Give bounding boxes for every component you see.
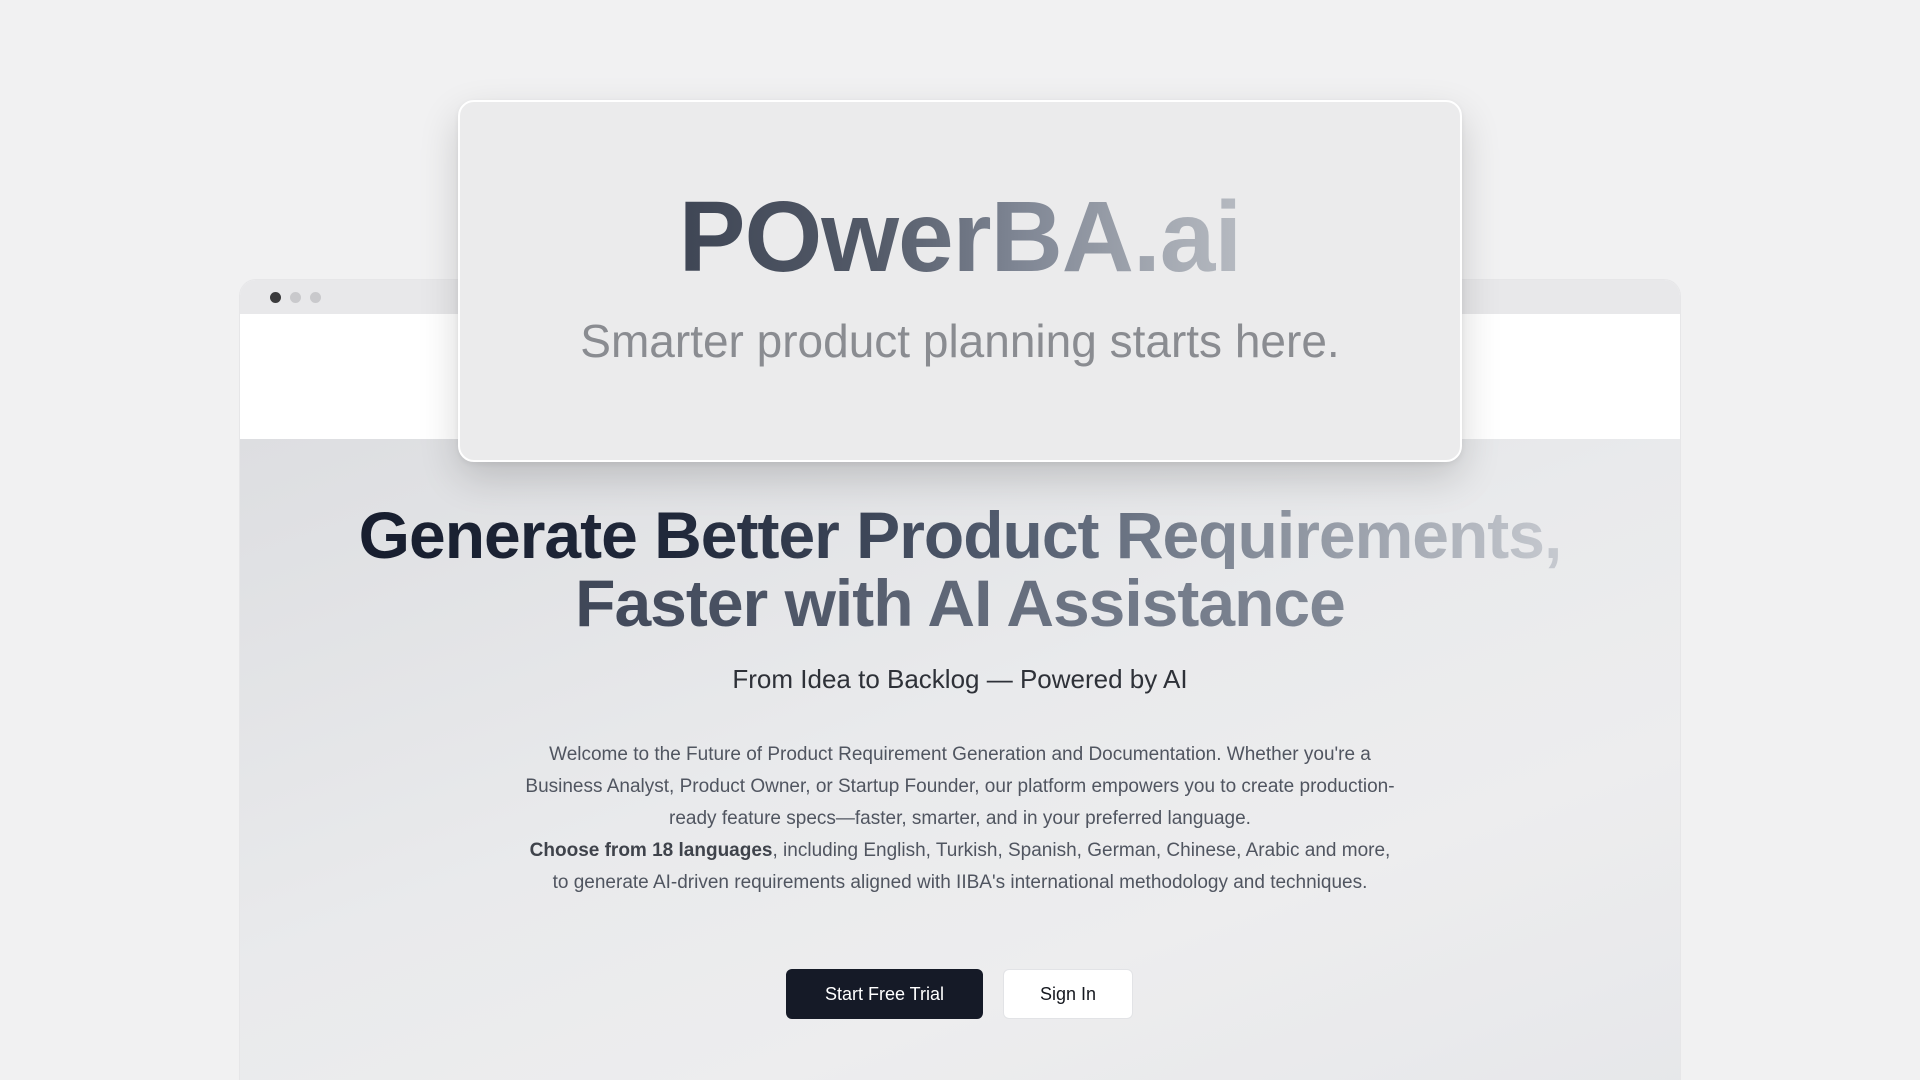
window-maximize-dot[interactable] [310, 292, 321, 303]
window-controls [270, 292, 321, 303]
brand-logo: POwerBA.ai [460, 182, 1460, 292]
hero-subtitle: From Idea to Backlog — Powered by AI [732, 664, 1188, 694]
brand-tagline: Smarter product planning starts here. [580, 315, 1340, 367]
start-free-trial-button[interactable]: Start Free Trial [786, 969, 983, 1019]
window-minimize-dot[interactable] [290, 292, 301, 303]
hero-heading: Generate Better Product Requirements, Fa… [240, 501, 1680, 637]
hero-heading-line-1: Generate Better Product Requirements, [240, 501, 1680, 569]
languages-highlight: Choose from 18 languages [529, 840, 773, 861]
sign-in-button[interactable]: Sign In [1003, 969, 1133, 1019]
hero-heading-line-2: Faster with AI Assistance [240, 569, 1680, 637]
page: Generate Better Product Requirements, Fa… [0, 0, 1920, 1080]
logo-card: POwerBA.ai Smarter product planning star… [458, 100, 1462, 462]
hero-description: Welcome to the Future of Product Require… [520, 739, 1400, 899]
window-close-dot[interactable] [270, 292, 281, 303]
hero-description-intro: Welcome to the Future of Product Require… [525, 744, 1395, 829]
brand-name: POwerBA.ai [678, 181, 1242, 293]
